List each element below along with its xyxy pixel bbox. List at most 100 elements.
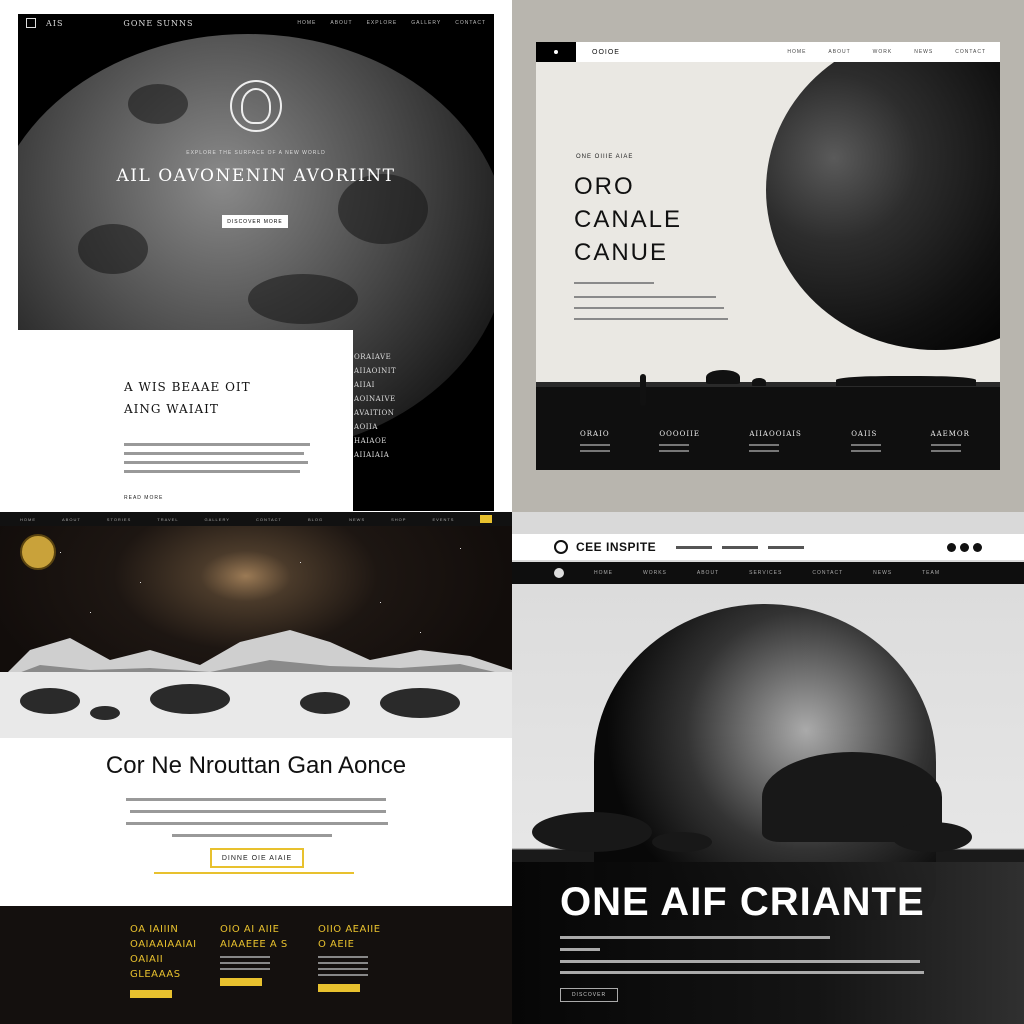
nav-item[interactable]: SERVICES — [749, 570, 782, 576]
top-navbar: HOME ABOUT STORIES TRAVEL GALLERY CONTAC… — [0, 512, 512, 526]
text-line — [574, 296, 716, 298]
nav-item[interactable]: WORK — [873, 49, 893, 55]
top-navbar: AIS GONE SUNNS HOME ABOUT EXPLORE GALLER… — [18, 14, 494, 32]
nav-item[interactable]: STORIES — [107, 517, 132, 522]
nav-item[interactable]: CONTACT — [955, 49, 986, 55]
text-line — [172, 834, 332, 837]
text-line — [574, 307, 724, 309]
tree — [752, 378, 766, 386]
nav-item[interactable]: WORKS — [643, 570, 667, 576]
text-line — [130, 810, 386, 813]
footer-heading[interactable]: ORAIO — [580, 430, 610, 438]
logo-icon[interactable] — [554, 540, 568, 554]
side-item[interactable]: AOINAIVE — [354, 392, 396, 406]
dot-icon[interactable] — [947, 542, 956, 552]
page-frame: OOIOE HOME ABOUT WORK NEWS CONTACT ONE O… — [536, 42, 1000, 470]
nav-menu: HOME ABOUT EXPLORE GALLERY CONTACT — [297, 20, 486, 26]
nav-item[interactable]: GALLERY — [205, 517, 230, 522]
footer-columns: ORAIO OOOOIIE AIIAOOIAIS OAIIS AAEMOR — [580, 430, 970, 456]
nav-item[interactable]: SHOP — [391, 517, 406, 522]
text-line — [124, 452, 304, 455]
badge-icon — [20, 534, 56, 570]
nav-item[interactable]: ABOUT — [330, 20, 352, 26]
brand-name[interactable]: AIS — [46, 19, 63, 28]
nav-item[interactable]: NEWS — [914, 49, 933, 55]
nav-item[interactable]: CONTACT — [256, 517, 282, 522]
read-more-link[interactable]: READ MORE — [124, 495, 163, 501]
secondary-navbar: HOME WORKS ABOUT SERVICES CONTACT NEWS T… — [512, 562, 1024, 584]
nav-menu: HOME ABOUT WORK NEWS CONTACT — [787, 49, 986, 55]
nav-item[interactable]: EVENTS — [432, 517, 454, 522]
footer-heading[interactable]: AIIAOOIAIS — [749, 430, 802, 438]
side-item[interactable]: AOIIA — [354, 420, 396, 434]
side-item[interactable]: HAIAOE — [354, 434, 396, 448]
panel-bottom-left: HOME ABOUT STORIES TRAVEL GALLERY CONTAC… — [0, 512, 512, 1024]
nav-item[interactable]: BLOG — [308, 517, 323, 522]
home-icon[interactable] — [554, 568, 564, 578]
rock — [532, 812, 652, 852]
logo-icon[interactable] — [536, 42, 576, 62]
panel-bottom-right: CEE INSPITE HOME WORKS ABOUT SERVICES CO… — [512, 512, 1024, 1024]
side-item[interactable]: AIIAI — [354, 378, 396, 392]
tree — [706, 370, 740, 384]
footer-heading[interactable]: AAEMOR — [931, 430, 970, 438]
star — [90, 612, 91, 613]
site-name: GONE SUNNS — [123, 18, 194, 28]
nav-item[interactable]: NEWS — [873, 570, 892, 576]
top-navbar: CEE INSPITE — [512, 534, 1024, 560]
brand-name[interactable]: CEE INSPITE — [576, 540, 656, 554]
nav-item[interactable]: TRAVEL — [157, 517, 178, 522]
dot-icon[interactable] — [973, 542, 982, 552]
nav-item[interactable]: HOME — [787, 49, 806, 55]
footer-button[interactable] — [130, 990, 172, 998]
dot-icon[interactable] — [960, 542, 969, 552]
side-item[interactable]: ORAIAVE — [354, 350, 396, 364]
brand-name[interactable]: OOIOE — [592, 49, 620, 56]
cta-button[interactable] — [480, 515, 492, 523]
window-controls — [947, 542, 982, 552]
primary-button[interactable]: DINNE OIE AIAIE — [210, 848, 304, 868]
text-line — [574, 282, 654, 284]
footer-heading: OIIO AEAIIE O AEIE — [318, 924, 381, 950]
side-item[interactable]: AIIAOINIT — [354, 364, 396, 378]
side-item[interactable]: AIIAIAIA — [354, 448, 396, 462]
text-line — [560, 960, 920, 963]
text-line — [126, 822, 388, 825]
card-title: A WIS BEAAE OIT AING WAIAIT — [124, 380, 251, 416]
bush — [380, 688, 460, 718]
nav-item[interactable]: TEAM — [922, 570, 940, 576]
content-card: A WIS BEAAE OIT AING WAIAIT READ MORE — [18, 330, 353, 511]
button-underline — [154, 872, 354, 874]
rock — [652, 832, 712, 852]
nav-item[interactable]: ABOUT — [62, 517, 81, 522]
planet-image — [766, 42, 1000, 350]
person — [640, 374, 646, 406]
moon-crater — [78, 224, 148, 274]
nav-item[interactable]: HOME — [20, 517, 36, 522]
nav-item[interactable]: NEWS — [349, 517, 365, 522]
panel-top-right: OOIOE HOME ABOUT WORK NEWS CONTACT ONE O… — [512, 0, 1024, 512]
nav-item[interactable]: CONTACT — [455, 20, 486, 26]
bush — [90, 706, 120, 720]
text-line — [124, 470, 300, 473]
discover-button[interactable]: DISCOVER — [560, 988, 618, 1002]
footer-heading[interactable]: OAIIS — [851, 430, 881, 438]
discover-button[interactable]: DISCOVER MORE — [222, 215, 288, 228]
nav-item[interactable]: HOME — [594, 570, 613, 576]
side-item[interactable]: AVAITION — [354, 406, 396, 420]
footer-button[interactable] — [220, 978, 262, 986]
footer-column: OIIO AEAIIE O AEIE — [318, 922, 381, 992]
nav-item[interactable]: CONTACT — [812, 570, 843, 576]
ground — [536, 387, 1000, 470]
bush — [300, 692, 350, 714]
bush — [20, 688, 80, 714]
footer-button[interactable] — [318, 984, 360, 992]
nav-item[interactable]: ABOUT — [828, 49, 850, 55]
nav-item[interactable]: EXPLORE — [367, 20, 398, 26]
logo-icon[interactable] — [26, 18, 36, 28]
nav-item[interactable]: GALLERY — [411, 20, 441, 26]
footer-heading[interactable]: OOOOIIE — [659, 430, 700, 438]
text-line — [560, 971, 924, 974]
nav-item[interactable]: ABOUT — [697, 570, 719, 576]
nav-item[interactable]: HOME — [297, 20, 316, 26]
